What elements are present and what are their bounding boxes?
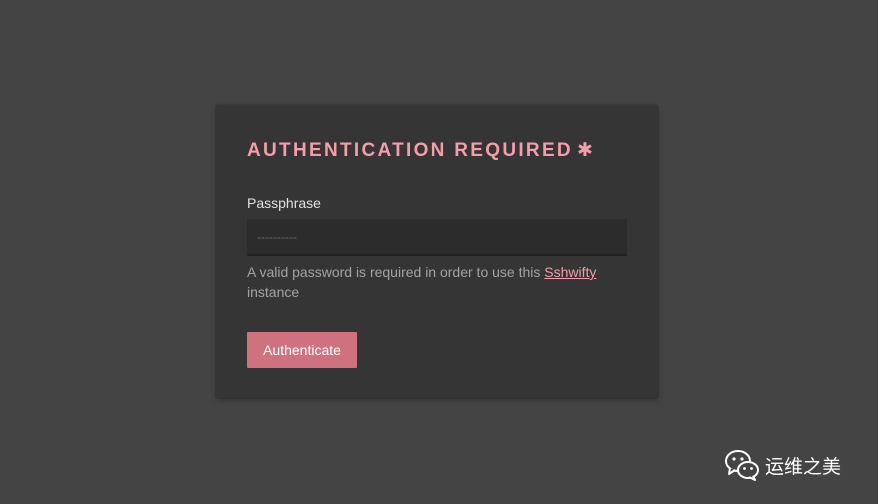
wechat-icon	[724, 449, 760, 481]
auth-title: AUTHENTICATION REQUIRED ✱	[247, 139, 593, 162]
watermark: 运维之美	[724, 448, 841, 482]
auth-window: AUTHENTICATION REQUIRED ✱ Passphrase A va…	[216, 105, 658, 398]
watermark-text: 运维之美	[765, 455, 842, 478]
auth-title-text: AUTHENTICATION REQUIRED	[247, 140, 573, 161]
hint-text-end: instance	[247, 284, 300, 300]
hint-text: A valid password is required in order to…	[247, 264, 545, 280]
passphrase-label: Passphrase	[247, 195, 321, 211]
authenticate-button[interactable]: Authenticate	[247, 332, 357, 368]
passphrase-hint: A valid password is required in order to…	[247, 262, 627, 302]
passphrase-input[interactable]	[247, 219, 627, 256]
asterisk-icon: ✱	[576, 140, 593, 161]
sshwifty-link[interactable]: Sshwifty	[544, 264, 596, 280]
